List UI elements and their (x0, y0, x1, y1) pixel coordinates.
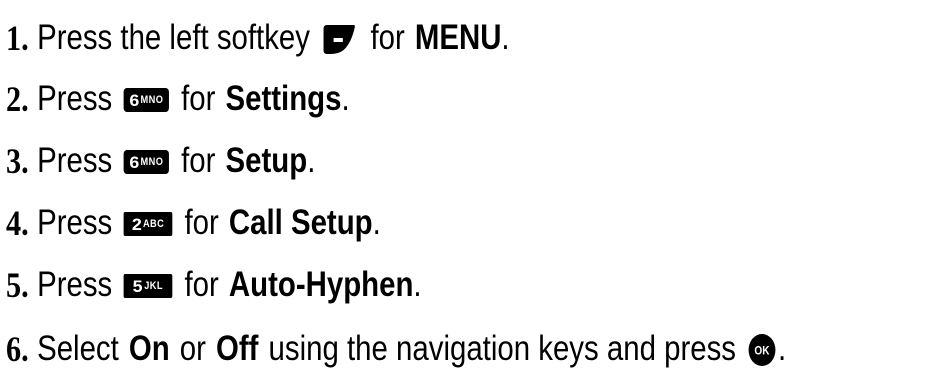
ok-key-label: OK (754, 345, 769, 358)
step-text: Select (37, 329, 119, 368)
step-5: 5. Press 5 JKL for Auto-Hyphen . (6, 255, 422, 315)
step-6: 6. Select On or Off using the navigation… (6, 319, 786, 379)
step-number: 5. (6, 265, 29, 305)
key-letters: MNO (140, 93, 164, 106)
step-text-for: for (181, 79, 216, 118)
period: . (307, 141, 316, 180)
step-text: Press (37, 203, 113, 242)
step-number: 1. (6, 18, 29, 58)
step-text-for: for (184, 203, 219, 242)
left-softkey-icon (322, 23, 356, 55)
period: . (501, 18, 510, 57)
key-digit: 5 (132, 276, 143, 296)
step-number: 3. (6, 141, 29, 181)
key-letters: MNO (140, 155, 164, 168)
key-letters: ABC (142, 217, 165, 230)
auto-hyphen-label: Auto-Hyphen (228, 265, 414, 304)
step-text: Press (37, 265, 113, 304)
key-5-icon: 5 JKL (123, 274, 173, 298)
call-setup-label: Call Setup (228, 203, 373, 242)
step-text-for: for (181, 141, 216, 180)
key-digit: 6 (129, 152, 139, 172)
key-2-icon: 2 ABC (123, 212, 173, 236)
step-text: Press the left softkey (37, 18, 310, 57)
step-number: 2. (6, 79, 29, 119)
key-letters: JKL (144, 279, 163, 292)
key-digit: 2 (131, 214, 142, 234)
setup-label: Setup (225, 141, 308, 180)
key-6-icon: 6 MNO (123, 88, 170, 112)
period: . (372, 203, 381, 242)
step-text-for: for (370, 18, 405, 57)
step-text-for: for (184, 265, 219, 304)
step-3: 3. Press 6 MNO for Setup . (6, 131, 315, 191)
period: . (413, 265, 422, 304)
step-text-or: or (179, 329, 206, 368)
step-text: Press (37, 141, 113, 180)
key-6-icon: 6 MNO (123, 150, 170, 174)
step-number: 4. (6, 203, 29, 243)
step-text: Press (37, 79, 113, 118)
menu-label: MENU (414, 18, 502, 57)
key-digit: 6 (129, 90, 139, 110)
step-4: 4. Press 2 ABC for Call Setup . (6, 193, 381, 253)
period: . (777, 329, 787, 368)
settings-label: Settings (225, 79, 342, 118)
period: . (341, 79, 350, 118)
step-2: 2. Press 6 MNO for Settings . (6, 69, 350, 129)
step-number: 6. (6, 329, 29, 369)
ok-key-icon: OK (748, 333, 777, 367)
option-on-label: On (128, 329, 170, 368)
step-1: 1. Press the left softkey for MENU . (6, 8, 510, 68)
option-off-label: Off (216, 329, 259, 368)
step-text: using the navigation keys and press (268, 329, 736, 368)
